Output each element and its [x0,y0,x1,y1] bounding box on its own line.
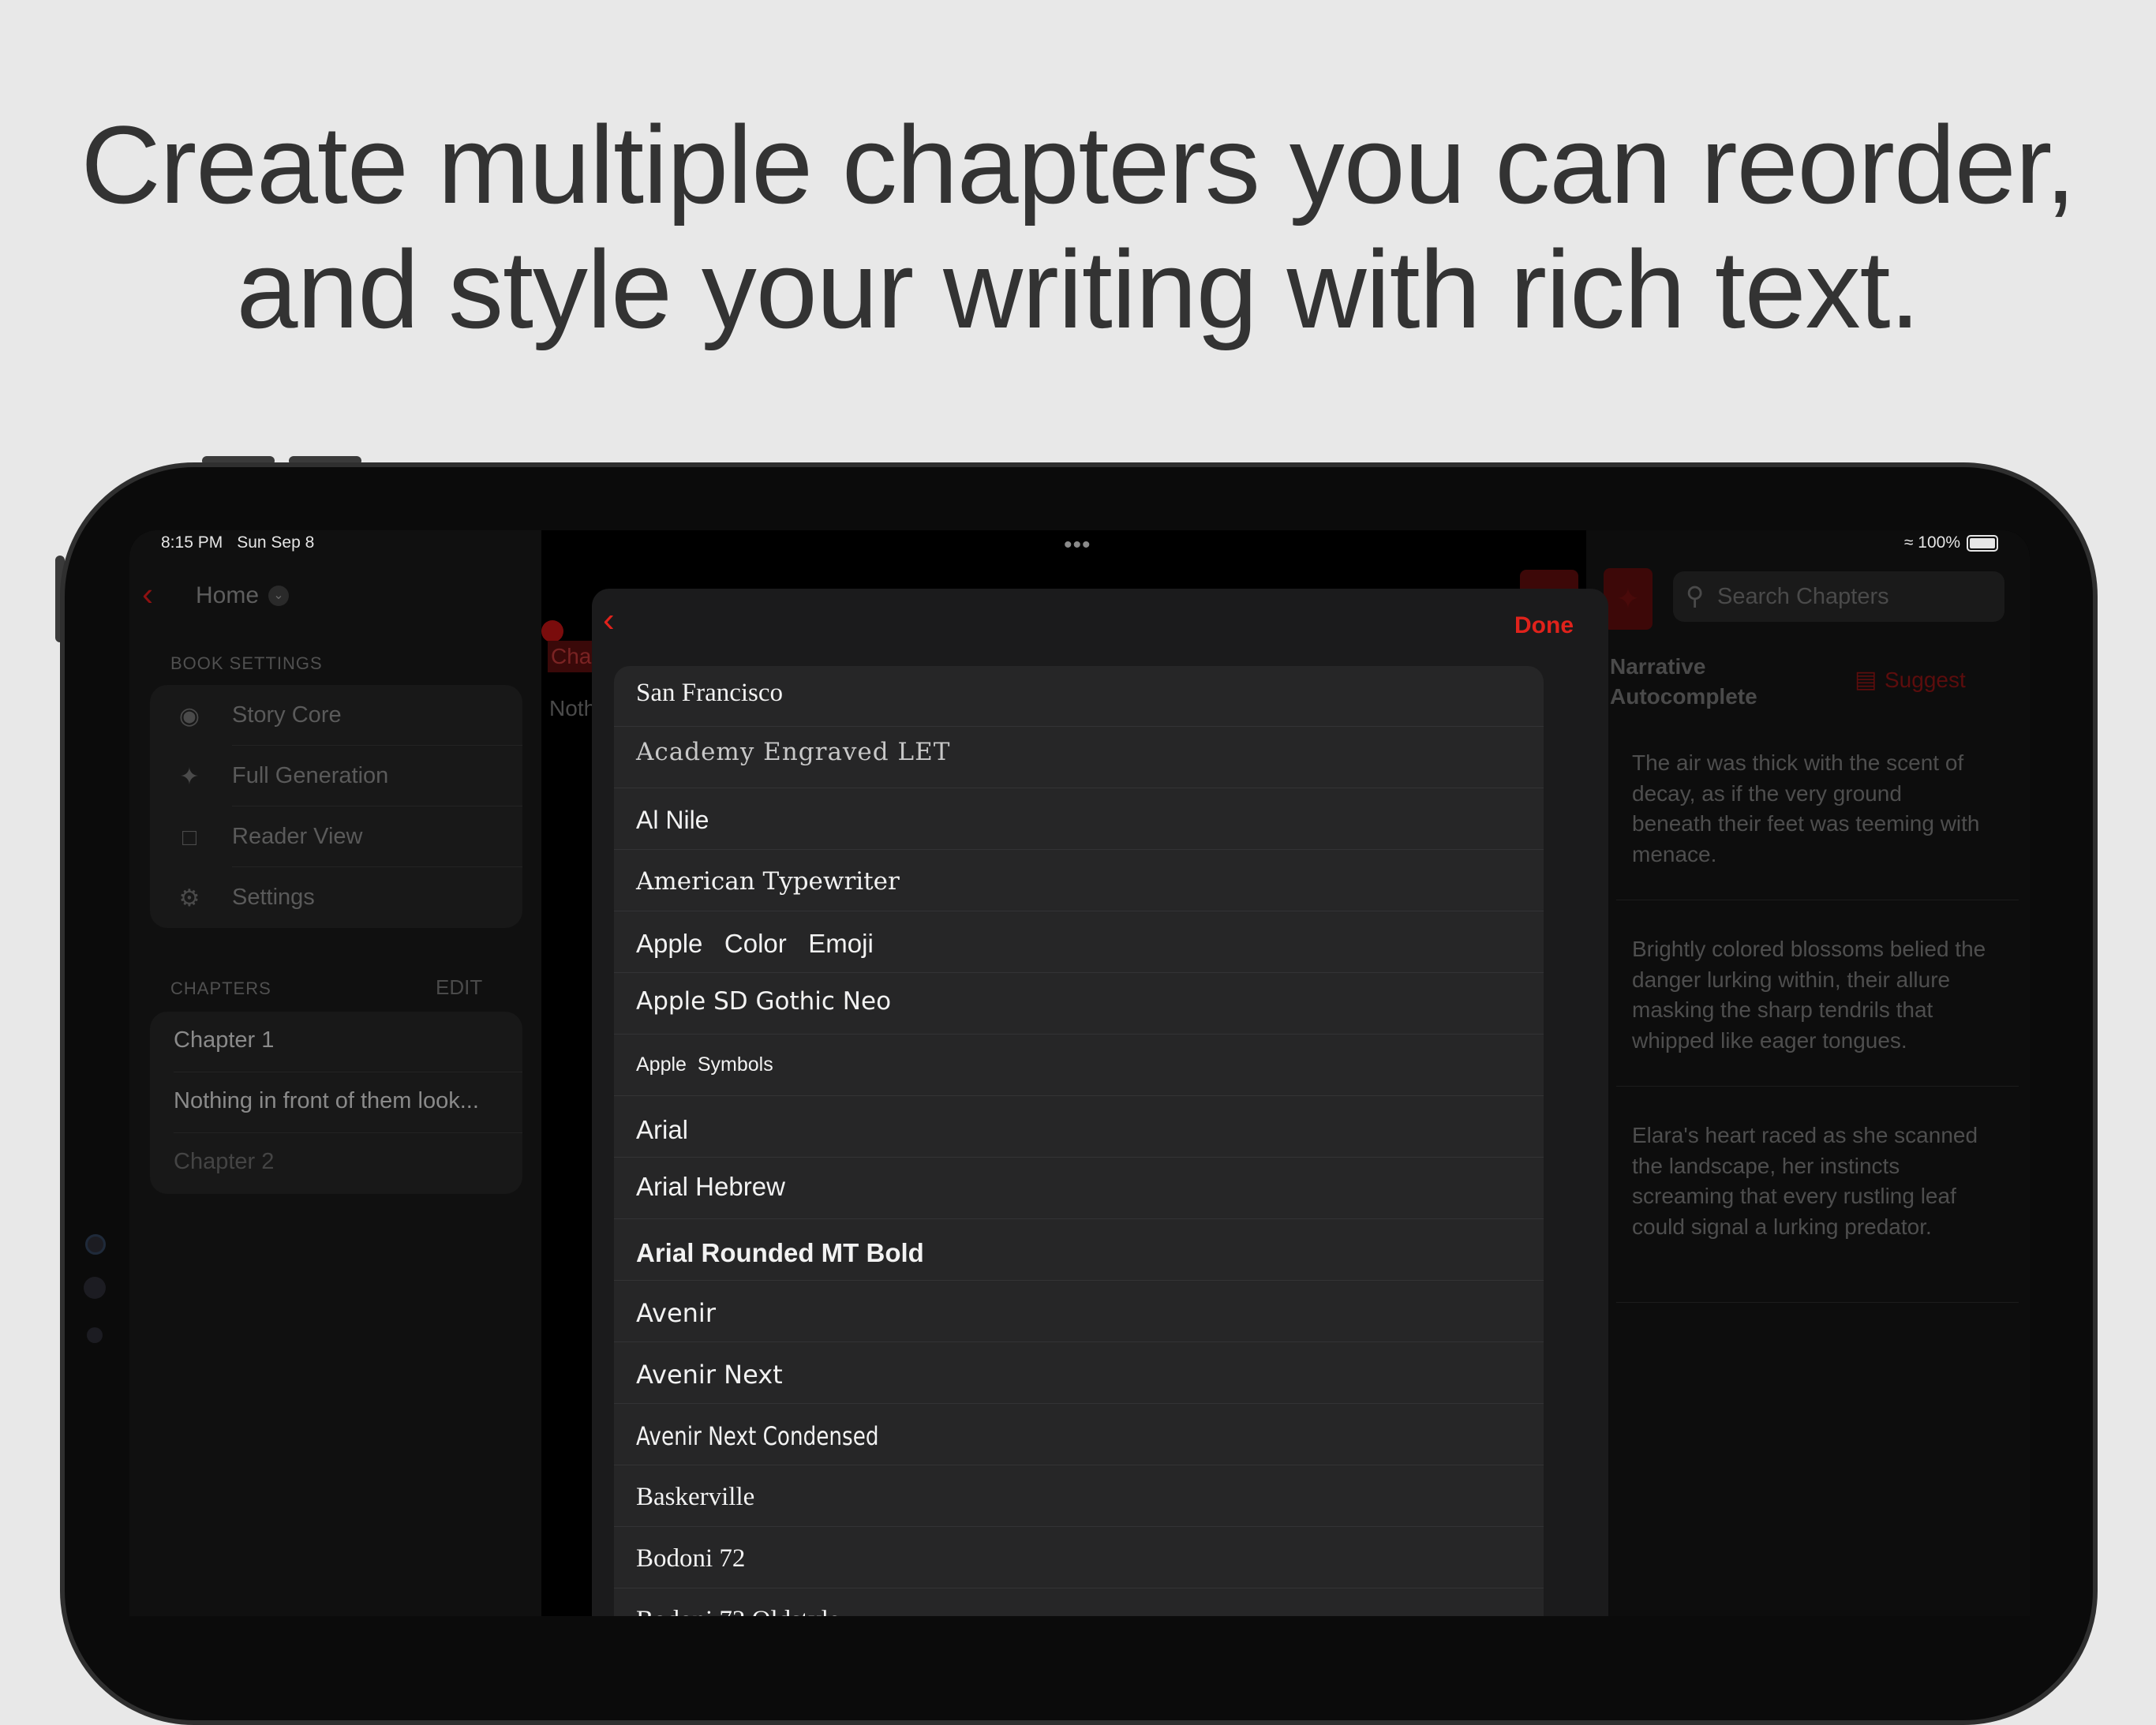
font-row-bodoni-72[interactable]: Bodoni 72 [614,1527,1544,1588]
sidebar-item-story-core[interactable]: ◉ Story Core [150,685,522,746]
font-name: Arial Rounded MT Bold [636,1238,924,1267]
chapter-item[interactable]: Chapter 2 [150,1133,522,1194]
ipad-screen: 8:15 PM Sun Sep 8 ‹ Home ⌄ BOOK SETTINGS … [129,530,2030,1616]
headline-line-1: Create multiple chapters you can reorder… [80,103,2076,226]
font-row-al-nile[interactable]: Al Nile [614,788,1544,850]
book-circle-icon: ◉ [178,703,200,729]
open-book-icon: □ [182,825,197,851]
status-bar-left: 8:15 PM Sun Sep 8 [161,533,328,552]
suggest-button[interactable]: Suggest [1885,668,1966,693]
search-placeholder: Search Chapters [1717,584,1889,609]
suggestion-item[interactable]: Brightly colored blossoms belied the dan… [1632,934,1987,1056]
editor-body-text[interactable]: Noth [549,696,596,721]
font-name: Arial [636,1115,689,1144]
status-bar-right: ≈ 100% [1904,533,1998,552]
font-name: Apple Color Emoji [636,929,874,958]
font-name: Avenir Next Condensed [636,1421,879,1451]
chapters-header: CHAPTERS [170,978,271,998]
font-name: American Typewriter [636,867,900,896]
edit-chapters-button[interactable]: EDIT [436,975,482,1000]
multitasking-dots-icon[interactable]: ••• [1064,532,1091,559]
search-icon: ⚲ [1686,582,1705,610]
font-name: Bodoni 72 Oldstyle [636,1606,840,1616]
document-icon: ▤ [1855,667,1877,693]
status-time: 8:15 PM [161,533,223,552]
magic-wand-icon: ✦ [179,764,200,790]
chevron-left-icon[interactable]: ‹ [142,578,153,611]
font-name: Arial Hebrew [636,1172,785,1201]
sidebar-item-label: Settings [232,885,315,910]
wifi-icon: ≈ [1903,533,1914,552]
search-chapters-input[interactable]: ⚲ Search Chapters [1673,571,2004,622]
font-row-academy-engraved[interactable]: Academy Engraved LET [614,727,1544,788]
suggestion-item[interactable]: The air was thick with the scent of deca… [1632,748,1987,870]
font-row-apple-color-emoji[interactable]: Apple Color Emoji [614,911,1544,973]
headline-line-2: and style your writing with rich text. [236,227,1921,351]
status-date: Sun Sep 8 [237,533,315,552]
chapter-item[interactable]: Chapter 1 [150,1012,522,1072]
font-name: Avenir [636,1298,716,1328]
sidebar-item-settings[interactable]: ⚙ Settings [150,867,522,928]
sidebar-item-label: Full Generation [232,763,389,788]
sparkle-icon[interactable]: ✦ [1604,568,1653,630]
chevron-down-icon[interactable]: ⌄ [268,586,289,606]
battery-icon [1967,534,1998,552]
sensor-icon [87,1327,103,1343]
font-name: Academy Engraved LET [636,738,951,766]
marketing-headline: Create multiple chapters you can reorder… [0,103,2156,352]
font-row-american-typewriter[interactable]: American Typewriter [614,850,1544,911]
font-row-arial-hebrew[interactable]: Arial Hebrew [614,1158,1544,1219]
chapters-group: Chapter 1 Nothing in front of them look.… [150,1012,522,1194]
camera-icon [85,1234,106,1255]
font-row-avenir[interactable]: Avenir [614,1281,1544,1342]
book-settings-header: BOOK SETTINGS [170,653,323,673]
font-name: Baskerville [636,1483,755,1511]
sidebar-item-reader-view[interactable]: □ Reader View [150,806,522,867]
chapter-item[interactable]: Nothing in front of them look... [150,1072,522,1133]
font-row-apple-sd-gothic-neo[interactable]: Apple SD Gothic Neo [614,973,1544,1035]
home-breadcrumb[interactable]: Home [196,582,259,609]
font-row-avenir-next-condensed[interactable]: Avenir Next Condensed [614,1404,1544,1465]
done-button[interactable]: Done [1514,612,1574,639]
panel-title: Narrative Autocomplete [1610,654,1757,709]
font-name: Al Nile [636,806,709,834]
sidebar-item-label: Story Core [232,702,342,728]
chapter-title: Chapter 1 [174,1027,275,1053]
font-row-avenir-next[interactable]: Avenir Next [614,1342,1544,1404]
sidebar-item-full-generation[interactable]: ✦ Full Generation [150,746,522,806]
font-picker-sheet: ‹ Done San Francisco Academy Engraved LE… [592,589,1608,1616]
sensor-icon [84,1277,106,1299]
font-row-san-francisco[interactable]: San Francisco [614,666,1544,727]
font-name: Apple SD Gothic Neo [636,987,892,1016]
sidebar-item-label: Reader View [232,824,363,849]
font-name: Avenir Next [636,1360,783,1390]
battery-percent: 100% [1918,533,1960,552]
font-row-arial[interactable]: Arial [614,1096,1544,1158]
record-indicator-icon [541,620,563,642]
font-name: Bodoni 72 [636,1544,746,1573]
suggestion-item[interactable]: Elara's heart raced as she scanned the l… [1632,1121,1987,1242]
font-name: Apple Symbols [636,1053,773,1076]
chapter-title: Nothing in front of them look... [174,1088,479,1113]
gear-icon: ⚙ [178,885,200,911]
font-list: San Francisco Academy Engraved LET Al Ni… [614,666,1544,1616]
font-row-baskerville[interactable]: Baskerville [614,1465,1544,1527]
sidebar: 8:15 PM Sun Sep 8 ‹ Home ⌄ BOOK SETTINGS … [129,530,541,1616]
font-row-apple-symbols[interactable]: Apple Symbols [614,1035,1544,1096]
book-settings-group: ◉ Story Core ✦ Full Generation □ Reader … [150,685,522,928]
font-row-arial-rounded-mt-bold[interactable]: Arial Rounded MT Bold [614,1219,1544,1281]
font-name: San Francisco [636,679,784,707]
font-row-bodoni-72-oldstyle[interactable]: Bodoni 72 Oldstyle [614,1588,1544,1616]
chapter-title: Chapter 2 [174,1149,275,1174]
chevron-left-icon[interactable]: ‹ [603,603,615,638]
